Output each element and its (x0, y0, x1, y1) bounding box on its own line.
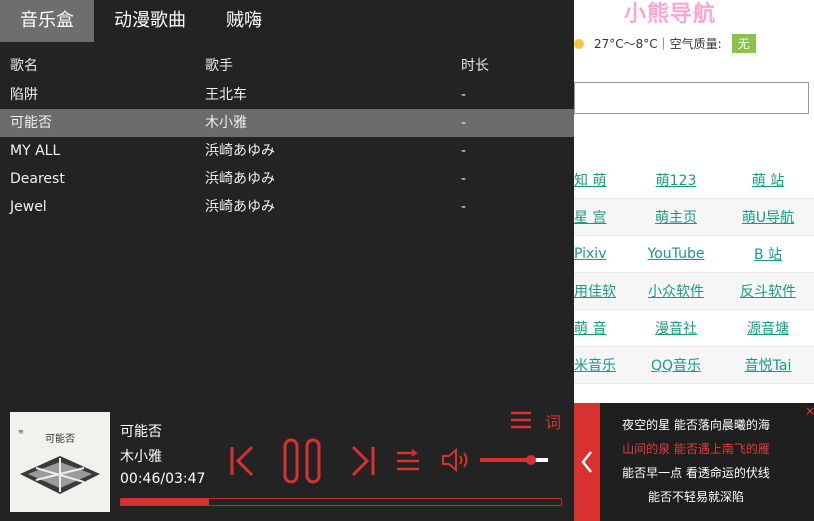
site-link[interactable]: B 站 (722, 244, 814, 264)
link-row: 萌 音 漫音社 源音塘 (574, 310, 814, 347)
screen: 小熊导航 27°C～8°C｜空气质量: 无 知 萌 萌123 萌 站 星 宫 萌… (0, 0, 814, 521)
song-title: Dearest (10, 171, 65, 187)
album-art-image: ≋ 可能否 (10, 412, 110, 512)
progress-fill (121, 499, 209, 505)
site-link[interactable]: 星 宫 (574, 207, 630, 227)
song-title: MY ALL (10, 143, 61, 159)
song-artist: 浜崎あゆみ (205, 171, 275, 187)
site-link[interactable]: 萌123 (630, 170, 722, 190)
song-title: 陷阱 (10, 87, 38, 103)
prev-icon[interactable] (228, 444, 256, 478)
site-link[interactable]: 米音乐 (574, 355, 630, 375)
site-link[interactable]: 音悦Tai (722, 355, 814, 375)
column-duration: 时长 (461, 58, 489, 74)
song-list-header: 歌名 歌手 时长 (0, 55, 574, 79)
site-link[interactable]: 知 萌 (574, 170, 630, 190)
site-link[interactable]: Pixiv (574, 246, 630, 262)
playback-time: 00:46/03:47 (120, 471, 206, 487)
now-playing-artist: 木小雅 (120, 449, 162, 465)
pause-icon[interactable] (283, 438, 323, 484)
link-row: 米音乐 QQ音乐 音悦Tai (574, 347, 814, 384)
chevron-left-icon (581, 451, 592, 473)
link-row: 星 宫 萌主页 萌U导航 (574, 199, 814, 236)
song-artist: 浜崎あゆみ (205, 143, 275, 159)
song-title: 可能否 (10, 115, 52, 131)
site-link[interactable]: 小众软件 (630, 281, 722, 301)
progress-bar[interactable] (120, 498, 562, 506)
song-row[interactable]: 陷阱 王北车 - (0, 81, 574, 109)
volume-slider[interactable] (480, 455, 548, 465)
site-link[interactable]: 萌主页 (630, 207, 722, 227)
site-link[interactable]: YouTube (630, 246, 722, 262)
song-duration: - (461, 143, 467, 159)
song-duration: - (461, 171, 467, 187)
site-link[interactable]: 源音塘 (722, 318, 814, 338)
sun-icon (574, 38, 584, 49)
site-link[interactable]: 萌U导航 (722, 207, 814, 227)
link-row: Pixiv YouTube B 站 (574, 236, 814, 273)
column-song: 歌名 (10, 58, 38, 74)
volume-level (480, 458, 531, 462)
tab-anime-songs[interactable]: 动漫歌曲 (94, 0, 206, 42)
weather-text: 27°C～8°C｜空气质量: (594, 37, 722, 51)
lyric-line: 能否不轻易就深陷 (647, 490, 744, 504)
song-artist: 王北车 (205, 87, 247, 103)
site-link[interactable]: QQ音乐 (630, 355, 722, 375)
link-row: 用佳软 小众软件 反斗软件 (574, 273, 814, 310)
lyrics-panel: 夜空的星 能否落向晨曦的海 山间的泉 能否遇上南飞的雁 能否早一点 看透命运的伏… (600, 403, 814, 521)
tab-hype[interactable]: 贼嗨 (206, 0, 282, 42)
song-duration: - (461, 87, 467, 103)
collapse-player-button[interactable] (574, 403, 600, 521)
svg-text:≋: ≋ (18, 428, 24, 436)
playlist-tabs: 音乐盒 动漫歌曲 贼嗨 (0, 0, 282, 42)
now-playing-title: 可能否 (120, 424, 162, 440)
song-artist: 木小雅 (205, 115, 247, 131)
volume-icon[interactable] (441, 448, 473, 472)
lyric-line: 夜空的星 能否落向晨曦的海 (622, 418, 770, 432)
song-duration: - (461, 199, 467, 215)
song-duration: - (461, 115, 467, 131)
close-lyrics-icon[interactable]: × (805, 404, 814, 418)
song-row[interactable]: Jewel 浜崎あゆみ - (0, 193, 574, 221)
link-grid: 知 萌 萌123 萌 站 星 宫 萌主页 萌U导航 Pixiv YouTube … (574, 162, 814, 384)
song-row[interactable]: Dearest 浜崎あゆみ - (0, 165, 574, 193)
lyric-line-current: 山间的泉 能否遇上南飞的雁 (622, 442, 770, 456)
next-icon[interactable] (349, 444, 377, 478)
search-input[interactable] (574, 82, 809, 114)
playlist-menu-icon[interactable] (510, 411, 532, 429)
volume-handle[interactable] (526, 455, 536, 465)
site-link[interactable]: 反斗软件 (722, 281, 814, 301)
site-link[interactable]: 用佳软 (574, 281, 630, 301)
lyrics-button[interactable]: 词 (545, 409, 561, 433)
song-row-selected[interactable]: 可能否 木小雅 - (0, 109, 574, 137)
album-art-title: 可能否 (45, 432, 75, 445)
tab-music-box[interactable]: 音乐盒 (0, 0, 94, 42)
weather-widget: 27°C～8°C｜空气质量: 无 (574, 34, 756, 53)
music-player-panel: 音乐盒 动漫歌曲 贼嗨 歌名 歌手 时长 陷阱 王北车 - 可能否 木小雅 - … (0, 0, 574, 521)
site-logo[interactable]: 小熊导航 (624, 0, 716, 28)
lyric-line: 能否早一点 看透命运的伏线 (622, 466, 770, 480)
column-artist: 歌手 (205, 58, 233, 74)
link-row: 知 萌 萌123 萌 站 (574, 162, 814, 199)
song-title: Jewel (10, 199, 47, 215)
song-list: 陷阱 王北车 - 可能否 木小雅 - MY ALL 浜崎あゆみ - Deares… (0, 81, 574, 221)
song-artist: 浜崎あゆみ (205, 199, 275, 215)
site-link[interactable]: 萌 站 (722, 170, 814, 190)
air-quality-badge: 无 (731, 34, 756, 53)
site-link[interactable]: 萌 音 (574, 318, 630, 338)
site-link[interactable]: 漫音社 (630, 318, 722, 338)
album-cover: ≋ 可能否 (10, 412, 110, 512)
song-row[interactable]: MY ALL 浜崎あゆみ - (0, 137, 574, 165)
shuffle-icon[interactable] (396, 449, 420, 473)
